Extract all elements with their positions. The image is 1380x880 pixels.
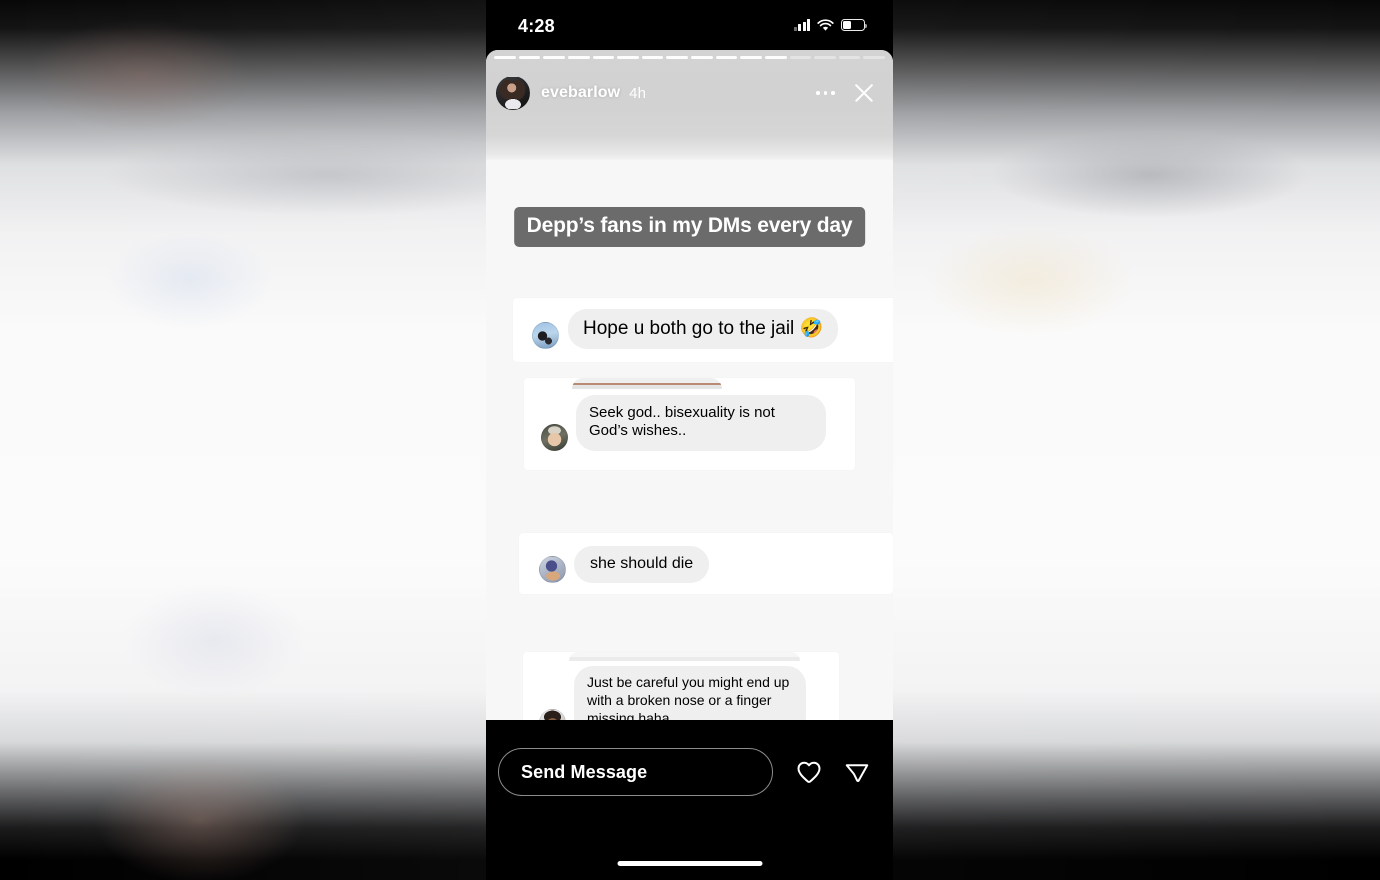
dm-row: Hope u both go to the jail 🤣 [513, 298, 893, 361]
progress-segment[interactable] [641, 56, 664, 59]
dm-screenshot-card: Seek god.. bisexuality is not God’s wish… [524, 378, 855, 470]
story-timestamp: 4h [629, 84, 647, 102]
progress-segment[interactable] [592, 56, 615, 59]
story-progress-bar[interactable] [494, 56, 885, 59]
progress-segment[interactable] [691, 56, 713, 59]
progress-segment[interactable] [543, 56, 565, 59]
status-bar: 4:28 [486, 0, 893, 50]
progress-segment[interactable] [567, 56, 590, 59]
story-username[interactable]: evebarlow [541, 84, 620, 102]
dm-sender-avatar-2 [541, 423, 568, 451]
dm-partial-bubble-above [569, 652, 800, 661]
progress-segment[interactable] [789, 56, 812, 59]
wifi-icon [817, 18, 834, 31]
progress-segment[interactable] [518, 56, 541, 59]
status-icons [793, 18, 868, 32]
close-icon[interactable] [851, 80, 877, 106]
status-clock: 4:28 [518, 16, 555, 36]
dm-row: she should die [519, 533, 893, 594]
phone-screen: 4:28 evebarlow 4h Depp’s fans in my DMs … [486, 0, 893, 880]
share-paper-plane-icon[interactable] [843, 758, 871, 786]
dm-partial-bubble-above [572, 378, 722, 389]
more-options-icon[interactable] [810, 83, 841, 103]
progress-segment[interactable] [740, 56, 762, 59]
home-indicator [617, 861, 762, 866]
reply-bar: Send Message [486, 720, 893, 880]
battery-icon [841, 19, 868, 31]
progress-segment-active[interactable] [764, 56, 787, 59]
story-canvas[interactable]: evebarlow 4h Depp’s fans in my DMs every… [486, 50, 893, 770]
send-message-input[interactable]: Send Message [498, 748, 773, 796]
dm-row: Seek god.. bisexuality is not God’s wish… [524, 378, 855, 465]
progress-segment[interactable] [715, 56, 738, 59]
progress-segment[interactable] [838, 56, 861, 59]
story-text-sticker[interactable]: Depp’s fans in my DMs every day [513, 207, 866, 247]
dm-sender-avatar-3 [539, 555, 566, 583]
progress-segment[interactable] [863, 56, 885, 59]
signal-bars-icon [793, 19, 810, 31]
dm-screenshot-card: Hope u both go to the jail 🤣 [513, 298, 893, 362]
dm-sender-avatar-1 [532, 322, 559, 350]
story-header: evebarlow 4h [486, 68, 893, 118]
progress-segment[interactable] [617, 56, 639, 59]
dm-screenshot-card: she should die [519, 533, 893, 594]
heart-icon[interactable] [795, 758, 823, 786]
dm-message-text: she should die [574, 546, 710, 583]
progress-segment[interactable] [666, 56, 688, 59]
dm-message-text: Hope u both go to the jail 🤣 [568, 309, 839, 350]
progress-segment[interactable] [494, 56, 516, 59]
profile-avatar[interactable] [496, 76, 530, 110]
progress-segment[interactable] [814, 56, 836, 59]
dm-message-text: Seek god.. bisexuality is not God’s wish… [576, 395, 826, 451]
